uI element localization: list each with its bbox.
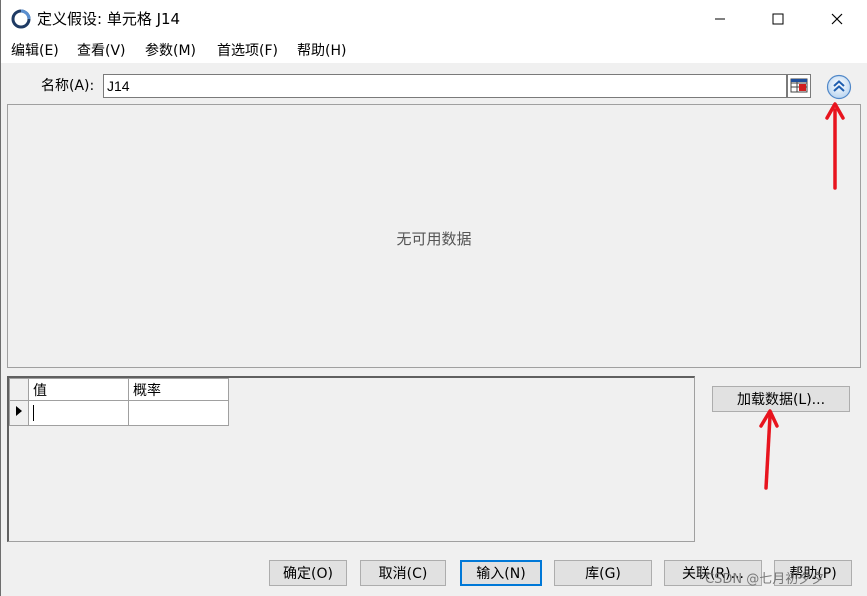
row-indicator [9, 400, 29, 426]
menu-edit[interactable]: 编辑(E) [11, 42, 59, 60]
input-button[interactable]: 输入(N) [460, 560, 542, 586]
title-bar: 定义假设: 单元格 J14 [1, 0, 867, 38]
menu-bar: 编辑(E) 查看(V) 参数(M) 首选项(F) 帮助(H) [1, 38, 867, 63]
annotation-arrow-up-icon [759, 409, 779, 490]
double-chevron-up-icon [826, 74, 852, 100]
menu-help[interactable]: 帮助(H) [297, 42, 346, 60]
ok-button[interactable]: 确定(O) [269, 560, 347, 586]
column-header-probability[interactable]: 概率 [128, 378, 229, 401]
cancel-button[interactable]: 取消(C) [360, 560, 446, 586]
distribution-chart-area: 无可用数据 [7, 104, 861, 368]
minimize-icon [715, 18, 725, 20]
load-data-button[interactable]: 加载数据(L)... [712, 386, 850, 412]
text-caret [33, 405, 34, 421]
cell-select-button[interactable] [787, 74, 811, 98]
library-button[interactable]: 库(G) [554, 560, 652, 586]
minimize-button[interactable] [691, 0, 749, 38]
name-input[interactable] [103, 74, 787, 98]
grid-table: 值 概率 [9, 378, 229, 426]
dialog-window: 定义假设: 单元格 J14 编辑(E) 查看(V) 参数(M) 首选项(F) 帮… [0, 0, 867, 596]
cell-probability[interactable] [128, 400, 229, 426]
cell-reference-icon [790, 78, 808, 93]
grid-header-row: 值 概率 [9, 378, 229, 401]
cell-value[interactable] [28, 400, 129, 426]
menu-preferences[interactable]: 首选项(F) [217, 42, 278, 60]
maximize-button[interactable] [749, 0, 807, 38]
table-row [9, 400, 229, 426]
collapse-gallery-button[interactable] [826, 74, 852, 100]
name-label: 名称(A): [41, 78, 95, 94]
row-pointer-icon [16, 406, 22, 416]
watermark-text: CSDN @七月初夕夕 [705, 572, 825, 587]
window-title: 定义假设: 单元格 J14 [37, 10, 181, 28]
column-header-value[interactable]: 值 [28, 378, 129, 401]
menu-view[interactable]: 查看(V) [77, 42, 126, 60]
no-data-message: 无可用数据 [396, 230, 472, 248]
menu-parameters[interactable]: 参数(M) [145, 42, 196, 60]
value-probability-grid: 值 概率 [7, 376, 695, 542]
grid-corner [9, 378, 29, 401]
close-icon [831, 13, 843, 25]
app-logo-icon [11, 9, 31, 29]
close-button[interactable] [808, 0, 866, 38]
maximize-icon [772, 13, 784, 25]
